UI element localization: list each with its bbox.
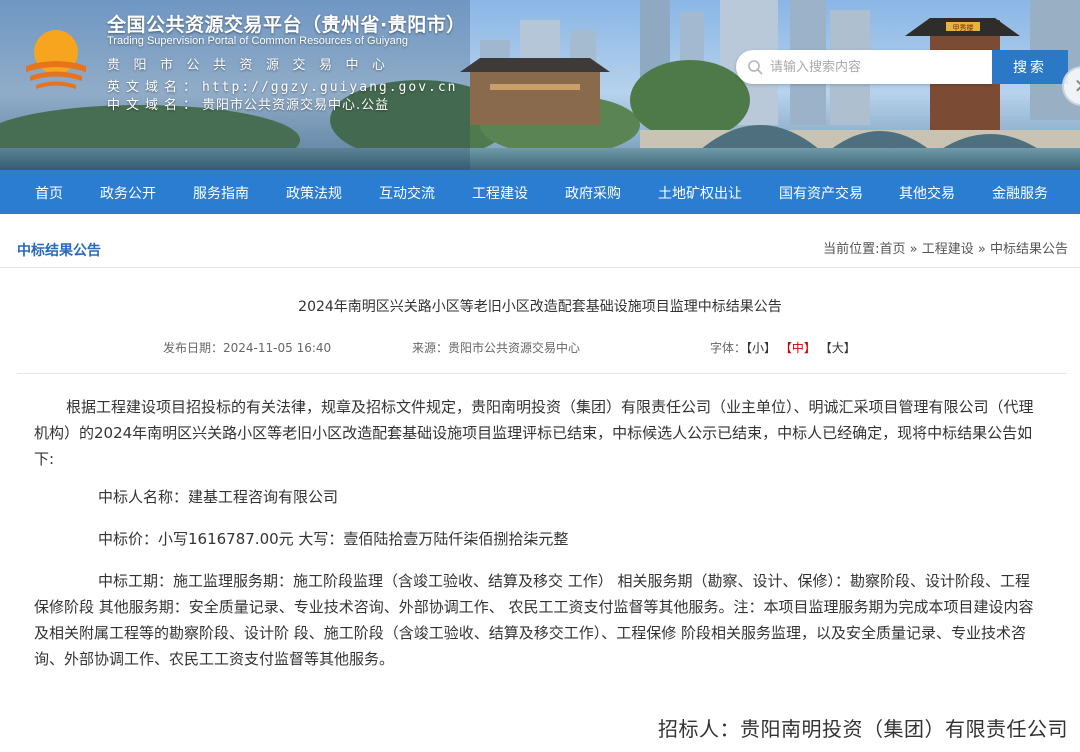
article-title: 2024年南明区兴关路小区等老旧小区改造配套基础设施项目监理中标结果公告 bbox=[298, 299, 782, 315]
site-title: 全国公共资源交易平台（贵州省·贵阳市） bbox=[107, 14, 466, 36]
nav-item-other-trading[interactable]: 其他交易 bbox=[899, 183, 955, 203]
nav-item-state-assets[interactable]: 国有资产交易 bbox=[779, 183, 863, 203]
section-title: 中标结果公告 bbox=[17, 243, 101, 259]
logo-icon bbox=[26, 30, 86, 89]
site-center-name: 贵阳市公共资源交易中心 bbox=[107, 58, 399, 73]
breadcrumb-row: 中标结果公告 当前位置:首页 » 工程建设 » 中标结果公告 bbox=[0, 228, 1080, 268]
breadcrumb-separator: » bbox=[909, 242, 918, 257]
nav-item-land-mining[interactable]: 土地矿权出让 bbox=[658, 183, 742, 203]
winning-price: 中标价：小写1616787.00元 大写：壹佰陆拾壹万陆仟柒佰捌拾柒元整 bbox=[98, 530, 569, 548]
article-meta: 发布日期：2024-11-05 16:40 来源：贵阳市公共资源交易中心 字体：… bbox=[0, 339, 1080, 359]
breadcrumb-construction[interactable]: 工程建设 bbox=[922, 242, 974, 257]
font-size-medium-link[interactable]: 【中】 bbox=[780, 341, 816, 355]
nav-item-interaction[interactable]: 互动交流 bbox=[379, 183, 435, 203]
chinese-domain: 中文域名：贵阳市公共资源交易中心.公益 bbox=[107, 94, 389, 113]
search-icon bbox=[740, 50, 770, 84]
contract-period: 中标工期：施工监理服务期：施工阶段监理（含竣工验收、结算及移交 工作） 相关服务… bbox=[34, 572, 1034, 668]
source-label: 来源： bbox=[412, 341, 449, 355]
nav-item-construction[interactable]: 工程建设 bbox=[472, 183, 528, 203]
article-source: 来源：贵阳市公共资源交易中心 bbox=[412, 339, 580, 356]
header-banner: 甲秀楼 全国公共资源交易平台（贵州省·贵阳市） Trading Supervis… bbox=[0, 0, 1080, 170]
publish-date-label: 发布日期： bbox=[163, 341, 224, 355]
nav-item-home[interactable]: 首页 bbox=[35, 183, 63, 203]
font-size-controls: 字体：【小】 【中】 【大】 bbox=[710, 339, 856, 356]
tenderer-signature: 招标人：贵阳南明投资（集团）有限责任公司 bbox=[658, 717, 1068, 741]
font-size-small-link[interactable]: 【小】 bbox=[746, 341, 776, 355]
breadcrumb-home[interactable]: 首页 bbox=[879, 242, 905, 257]
banner-pavilion-sign: 甲秀楼 bbox=[953, 23, 974, 32]
site-subtitle: Trading Supervision Portal of Common Res… bbox=[107, 35, 409, 47]
breadcrumb-prefix: 当前位置: bbox=[823, 242, 880, 257]
english-domain: 英文域名：http://ggzy.guiyang.gov.cn bbox=[107, 76, 458, 95]
nav-item-policies[interactable]: 政策法规 bbox=[286, 183, 342, 203]
breadcrumb-separator: » bbox=[977, 242, 986, 257]
source-value: 贵阳市公共资源交易中心 bbox=[448, 341, 581, 355]
breadcrumb-current[interactable]: 中标结果公告 bbox=[990, 242, 1068, 257]
nav-item-finance[interactable]: 金融服务 bbox=[992, 183, 1048, 203]
nav-item-government-affairs[interactable]: 政务公开 bbox=[100, 183, 156, 203]
divider bbox=[17, 373, 1067, 374]
font-size-label: 字体： bbox=[710, 341, 747, 355]
search-input[interactable] bbox=[770, 52, 980, 82]
font-size-large-link[interactable]: 【大】 bbox=[820, 341, 856, 355]
publish-date-value: 2024-11-05 16:40 bbox=[223, 341, 332, 355]
chinese-domain-label: 中文域名： bbox=[107, 98, 203, 113]
english-domain-value: http://ggzy.guiyang.gov.cn bbox=[202, 80, 458, 95]
search-box bbox=[736, 50, 992, 84]
breadcrumb: 当前位置:首页 » 工程建设 » 中标结果公告 bbox=[823, 238, 1068, 257]
article-intro: 根据工程建设项目招投标的有关法律，规章及招标文件规定，贵阳南明投资（集团）有限责… bbox=[34, 398, 1034, 468]
publish-date: 发布日期：2024-11-05 16:40 bbox=[163, 339, 331, 356]
english-domain-label: 英文域名： bbox=[107, 80, 203, 95]
nav-item-service-guide[interactable]: 服务指南 bbox=[193, 183, 249, 203]
search-button[interactable]: 搜索 bbox=[992, 50, 1068, 84]
article-body: 根据工程建设项目招投标的有关法律，规章及招标文件规定，贵阳南明投资（集团）有限责… bbox=[34, 394, 1044, 672]
chinese-domain-value: 贵阳市公共资源交易中心.公益 bbox=[202, 98, 390, 113]
main-nav: 首页 政务公开 服务指南 政策法规 互动交流 工程建设 政府采购 土地矿权出让 … bbox=[0, 170, 1080, 214]
nav-item-procurement[interactable]: 政府采购 bbox=[565, 183, 621, 203]
winner-name: 中标人名称：建基工程咨询有限公司 bbox=[98, 488, 339, 506]
